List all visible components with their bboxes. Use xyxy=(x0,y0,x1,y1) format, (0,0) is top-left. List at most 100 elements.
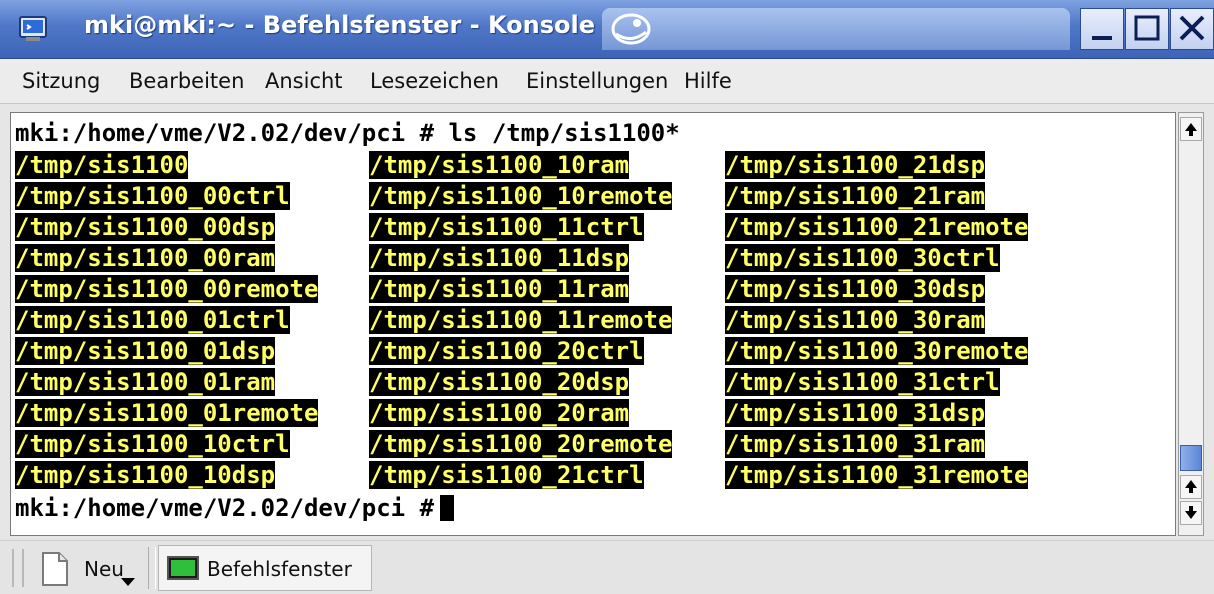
prompt-text: mki:/home/vme/V2.02/dev/pci # xyxy=(15,494,435,522)
menu-lesezeichen[interactable]: Lesezeichen xyxy=(370,69,499,93)
highlighted-filename: /tmp/sis1100_31remote xyxy=(725,461,1029,489)
listing-entry: /tmp/sis1100_01ram xyxy=(15,368,276,396)
menu-hilfe[interactable]: Hilfe xyxy=(684,69,732,93)
session-tab-bar: Neu Befehlsfenster xyxy=(0,540,1214,594)
menu-bearbeiten[interactable]: Bearbeiten xyxy=(129,69,244,93)
close-icon xyxy=(1179,15,1205,41)
highlighted-filename: /tmp/sis1100_10remote xyxy=(369,182,673,210)
listing-entry: /tmp/sis1100_01dsp xyxy=(15,337,276,365)
highlighted-filename: /tmp/sis1100_10ctrl xyxy=(15,430,290,458)
highlighted-filename: /tmp/sis1100_20ctrl xyxy=(369,337,644,365)
listing-entry: /tmp/sis1100_20remote xyxy=(369,430,673,458)
highlighted-filename: /tmp/sis1100_21dsp xyxy=(725,151,986,179)
listing-entry: /tmp/sis1100_10remote xyxy=(369,182,673,210)
menu-einstellungen[interactable]: Einstellungen xyxy=(526,69,668,93)
tab-separator xyxy=(148,547,156,589)
listing-entry: /tmp/sis1100_31dsp xyxy=(725,399,986,427)
highlighted-filename: /tmp/sis1100_20dsp xyxy=(369,368,630,396)
new-session-button[interactable]: Neu xyxy=(34,545,144,591)
listing-entry: /tmp/sis1100_10ram xyxy=(369,151,630,179)
listing-entry: /tmp/sis1100_30dsp xyxy=(725,275,986,303)
listing-entry: /tmp/sis1100_10dsp xyxy=(15,461,276,489)
dropdown-arrow-icon[interactable] xyxy=(120,577,136,587)
highlighted-filename: /tmp/sis1100_31ctrl xyxy=(725,368,1000,396)
listing-entry: /tmp/sis1100_11remote xyxy=(369,306,673,334)
minimize-icon xyxy=(1092,36,1112,40)
new-document-icon xyxy=(42,552,68,586)
tab-befehlsfenster[interactable]: Befehlsfenster xyxy=(158,545,372,591)
suse-lizard-icon xyxy=(611,13,651,45)
highlighted-filename: /tmp/sis1100_31dsp xyxy=(725,399,986,427)
highlighted-filename: /tmp/sis1100_01ram xyxy=(15,368,276,396)
highlighted-filename: /tmp/sis1100_11ctrl xyxy=(369,213,644,241)
listing-entry: /tmp/sis1100_31ctrl xyxy=(725,368,1000,396)
terminal-icon xyxy=(167,556,199,580)
highlighted-filename: /tmp/sis1100_01remote xyxy=(15,399,319,427)
highlighted-filename: /tmp/sis1100_11remote xyxy=(369,306,673,334)
highlighted-filename: /tmp/sis1100_21ram xyxy=(725,182,986,210)
listing-entry: /tmp/sis1100_30ctrl xyxy=(725,244,1000,272)
listing-entry: /tmp/sis1100_00ram xyxy=(15,244,276,272)
scroll-up-button[interactable] xyxy=(1180,475,1202,499)
highlighted-filename: /tmp/sis1100_21ctrl xyxy=(369,461,644,489)
listing-entry: /tmp/sis1100_00dsp xyxy=(15,213,276,241)
arrow-up-icon xyxy=(1185,123,1197,136)
title-tab-highlight xyxy=(602,8,1070,50)
konsole-app-icon[interactable] xyxy=(18,13,48,43)
highlighted-filename: /tmp/sis1100_20remote xyxy=(369,430,673,458)
listing-entry: /tmp/sis1100_21ctrl xyxy=(369,461,644,489)
listing-entry: /tmp/sis1100_31ram xyxy=(725,430,986,458)
highlighted-filename: /tmp/sis1100_31ram xyxy=(725,430,986,458)
arrow-down-icon xyxy=(1185,506,1197,519)
highlighted-filename: /tmp/sis1100_10ram xyxy=(369,151,630,179)
highlighted-filename: /tmp/sis1100_01dsp xyxy=(15,337,276,365)
highlighted-filename: /tmp/sis1100_00remote xyxy=(15,275,319,303)
listing-entry: /tmp/sis1100_31remote xyxy=(725,461,1029,489)
listing-entry: /tmp/sis1100_20dsp xyxy=(369,368,630,396)
highlighted-filename: /tmp/sis1100 xyxy=(15,151,189,179)
listing-entry: /tmp/sis1100_21ram xyxy=(725,182,986,210)
toolbar-grip[interactable] xyxy=(12,549,24,587)
close-button[interactable] xyxy=(1170,8,1214,50)
listing-entry: /tmp/sis1100_20ctrl xyxy=(369,337,644,365)
scroll-down-button[interactable] xyxy=(1180,501,1202,525)
maximize-button[interactable] xyxy=(1125,8,1169,50)
menu-sitzung[interactable]: Sitzung xyxy=(22,69,100,93)
menu-bar: Sitzung Bearbeiten Ansicht Lesezeichen E… xyxy=(0,59,1214,104)
terminal-output[interactable]: mki:/home/vme/V2.02/dev/pci # ls /tmp/si… xyxy=(10,112,1176,536)
listing-entry: /tmp/sis1100_01ctrl xyxy=(15,306,290,334)
highlighted-filename: /tmp/sis1100_00ram xyxy=(15,244,276,272)
highlighted-filename: /tmp/sis1100_20ram xyxy=(369,399,630,427)
highlighted-filename: /tmp/sis1100_30ram xyxy=(725,306,986,334)
listing-entry: /tmp/sis1100_30remote xyxy=(725,337,1029,365)
vertical-scrollbar[interactable] xyxy=(1178,112,1204,536)
listing-entry: /tmp/sis1100_11ctrl xyxy=(369,213,644,241)
title-bar[interactable]: mki@mki:~ - Befehlsfenster - Konsole xyxy=(0,0,1214,59)
text-cursor xyxy=(440,495,455,521)
listing-entry: /tmp/sis1100_10ctrl xyxy=(15,430,290,458)
session-tab-label: Befehlsfenster xyxy=(207,557,352,581)
scroll-top-button[interactable] xyxy=(1180,117,1202,141)
highlighted-filename: /tmp/sis1100_30ctrl xyxy=(725,244,1000,272)
listing-entry: /tmp/sis1100_30ram xyxy=(725,306,986,334)
highlighted-filename: /tmp/sis1100_11ram xyxy=(369,275,630,303)
command-line: mki:/home/vme/V2.02/dev/pci # ls /tmp/si… xyxy=(15,119,680,147)
highlighted-filename: /tmp/sis1100_30dsp xyxy=(725,275,986,303)
scroll-thumb[interactable] xyxy=(1180,445,1202,471)
highlighted-filename: /tmp/sis1100_10dsp xyxy=(15,461,276,489)
highlighted-filename: /tmp/sis1100_00dsp xyxy=(15,213,276,241)
listing-entry: /tmp/sis1100_21remote xyxy=(725,213,1029,241)
listing-entry: /tmp/sis1100_20ram xyxy=(369,399,630,427)
listing-entry: /tmp/sis1100_01remote xyxy=(15,399,319,427)
listing-entry: /tmp/sis1100_11ram xyxy=(369,275,630,303)
highlighted-filename: /tmp/sis1100_11dsp xyxy=(369,244,630,272)
highlighted-filename: /tmp/sis1100_00ctrl xyxy=(15,182,290,210)
listing-entry: /tmp/sis1100_00remote xyxy=(15,275,319,303)
new-session-label: Neu xyxy=(84,557,124,581)
maximize-icon xyxy=(1134,15,1160,41)
menu-ansicht[interactable]: Ansicht xyxy=(265,69,343,93)
listing-entry: /tmp/sis1100_21dsp xyxy=(725,151,986,179)
minimize-button[interactable] xyxy=(1080,8,1124,50)
highlighted-filename: /tmp/sis1100_01ctrl xyxy=(15,306,290,334)
listing-entry: /tmp/sis1100 xyxy=(15,151,189,179)
